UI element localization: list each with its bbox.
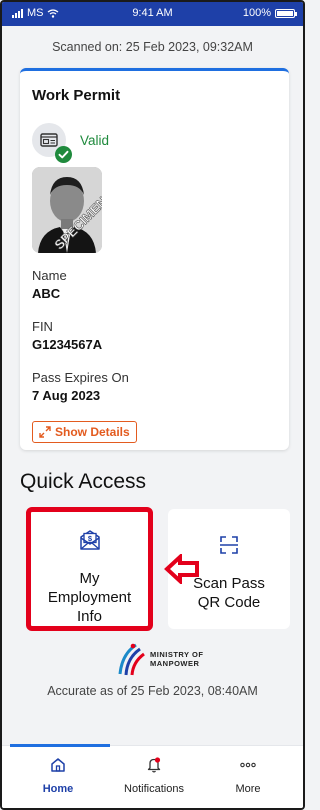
status-text: Valid bbox=[80, 132, 110, 148]
annotation-arrow-icon bbox=[164, 554, 199, 584]
specimen-watermark: SPECIMEN bbox=[51, 194, 102, 253]
status-bar: MS 9:41 AM 100% bbox=[2, 2, 303, 26]
id-card-icon bbox=[32, 123, 72, 163]
logo-line-2: MANPOWER bbox=[150, 659, 200, 668]
tile-label-line: QR Code bbox=[197, 594, 261, 611]
expiry-value: 7 Aug 2023 bbox=[32, 388, 101, 403]
quick-access-title: Quick Access bbox=[20, 470, 147, 493]
expand-icon bbox=[39, 426, 51, 438]
bottom-nav: Home Notifications More bbox=[2, 744, 303, 808]
scanned-timestamp: Scanned on: 25 Feb 2023, 09:32AM bbox=[52, 40, 253, 54]
active-tab-indicator bbox=[10, 744, 110, 747]
show-details-label: Show Details bbox=[55, 425, 130, 439]
bell-icon bbox=[147, 757, 161, 773]
mom-logo: MINISTRY OF MANPOWER bbox=[116, 642, 203, 676]
nav-label: Notifications bbox=[124, 783, 184, 795]
nav-label: Home bbox=[42, 783, 74, 795]
battery-icon bbox=[275, 8, 297, 18]
tile-label-line: Info bbox=[76, 608, 103, 625]
pass-type-title: Work Permit bbox=[32, 87, 121, 104]
mom-logo-mark-icon bbox=[118, 643, 145, 676]
app-screen: MS 9:41 AM 100% Scanned on: 25 Feb 2023,… bbox=[0, 0, 305, 810]
show-details-button[interactable]: Show Details bbox=[32, 421, 137, 443]
fin-label: FIN bbox=[32, 319, 53, 334]
nav-more[interactable]: More bbox=[198, 756, 298, 795]
nav-home[interactable]: Home bbox=[8, 756, 108, 795]
check-badge-icon bbox=[55, 146, 72, 163]
fin-value: G1234567A bbox=[32, 337, 103, 352]
expiry-label: Pass Expires On bbox=[32, 370, 129, 385]
more-dots-icon bbox=[240, 762, 256, 768]
data-accurate-timestamp: Accurate as of 25 Feb 2023, 08:40AM bbox=[47, 684, 258, 698]
nav-label: More bbox=[235, 783, 261, 795]
envelope-dollar-icon: $ bbox=[31, 528, 148, 557]
tile-label-line: My bbox=[79, 570, 100, 587]
my-employment-info-tile[interactable]: $ My Employment Info bbox=[26, 507, 153, 631]
pass-status: Valid bbox=[32, 123, 110, 163]
tile-label-line: Employment bbox=[47, 589, 132, 606]
nav-notifications[interactable]: Notifications bbox=[104, 756, 204, 795]
home-icon bbox=[51, 758, 65, 772]
pass-photo: SPECIMEN bbox=[32, 167, 102, 253]
battery-percent: 100% bbox=[242, 7, 271, 19]
name-value: ABC bbox=[32, 286, 61, 301]
name-label: Name bbox=[32, 268, 67, 283]
logo-line-1: MINISTRY OF bbox=[150, 650, 204, 659]
pass-card: Work Permit Valid SPECIMEN Name ABC FIN … bbox=[20, 68, 289, 450]
